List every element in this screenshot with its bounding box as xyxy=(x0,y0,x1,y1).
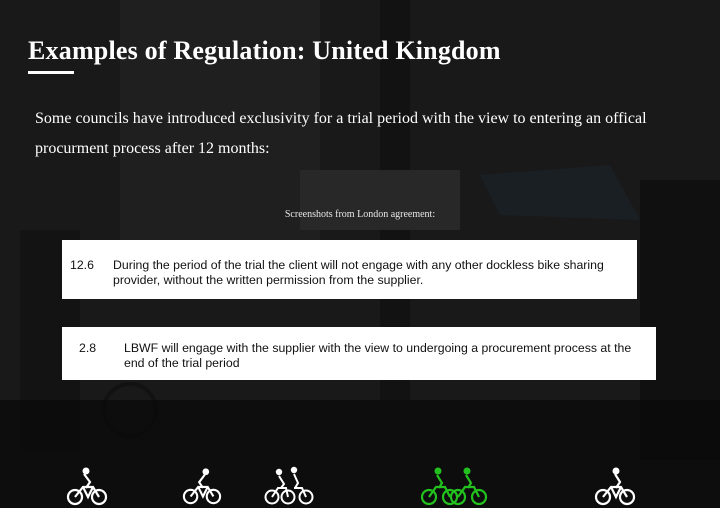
title-underline xyxy=(28,71,74,74)
agreement-excerpt-2: 2.8 LBWF will engage with the supplier w… xyxy=(62,327,656,380)
group-cyclists-icon[interactable] xyxy=(264,466,314,506)
agreement-excerpt-1: 12.6 During the period of the trial the … xyxy=(62,240,637,299)
clause-number: 12.6 xyxy=(70,258,94,272)
screenshot-caption: Screenshots from London agreement: xyxy=(284,209,436,220)
slide: Examples of Regulation: United Kingdom S… xyxy=(0,0,720,508)
single-cyclist-icon[interactable] xyxy=(66,466,108,506)
clause-text: During the period of the trial the clien… xyxy=(113,258,604,287)
slide-title: Examples of Regulation: United Kingdom xyxy=(28,36,501,65)
clause-number: 2.8 xyxy=(79,341,97,355)
intro-paragraph: Some councils have introduced exclusivit… xyxy=(35,110,647,157)
clause-text: LBWF will engage with the supplier with … xyxy=(124,341,632,370)
pair-cyclists-icon-active[interactable] xyxy=(420,466,488,506)
single-cyclist-icon[interactable] xyxy=(182,466,222,506)
single-cyclist-icon[interactable] xyxy=(594,466,636,506)
